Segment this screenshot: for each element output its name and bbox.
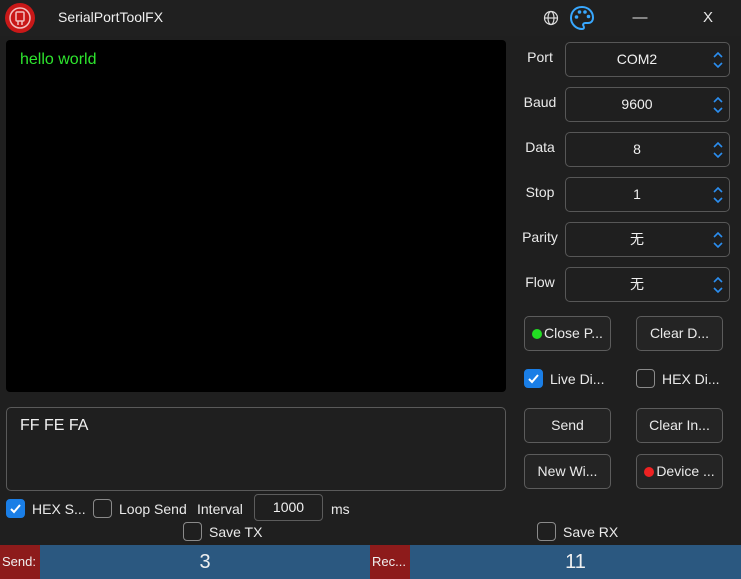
spinner-arrows-icon[interactable] bbox=[712, 274, 724, 296]
flow-label: Flow bbox=[525, 274, 555, 290]
stop-bits-value: 1 bbox=[633, 186, 641, 202]
spinner-arrows-icon[interactable] bbox=[712, 94, 724, 116]
title-bar: SerialPortToolFX — X bbox=[0, 0, 741, 36]
baud-label: Baud bbox=[523, 94, 557, 110]
window-title: SerialPortToolFX bbox=[58, 9, 164, 25]
status-bar: Send: 3 Rec... 11 bbox=[0, 545, 741, 579]
stop-label: Stop bbox=[525, 184, 555, 200]
spinner-arrows-icon[interactable] bbox=[712, 184, 724, 206]
checkmark-icon bbox=[528, 374, 539, 384]
send-input[interactable]: FF FE FA bbox=[6, 407, 506, 491]
close-window-button[interactable]: X bbox=[685, 4, 731, 32]
save-tx-checkbox[interactable] bbox=[183, 522, 202, 541]
save-tx-label: Save TX bbox=[209, 524, 263, 540]
close-port-label: Close P... bbox=[544, 325, 603, 341]
send-count-value: 3 bbox=[199, 551, 211, 573]
port-label: Port bbox=[527, 49, 553, 65]
language-globe-icon[interactable] bbox=[542, 9, 560, 27]
parity-spinner[interactable]: 无 bbox=[565, 222, 730, 257]
save-rx-checkbox[interactable] bbox=[537, 522, 556, 541]
baud-spinner[interactable]: 9600 bbox=[565, 87, 730, 122]
hex-display-label: HEX Di... bbox=[662, 371, 720, 387]
checkmark-icon bbox=[10, 504, 21, 514]
data-label: Data bbox=[525, 139, 555, 155]
clear-display-button[interactable]: Clear D... bbox=[636, 316, 723, 351]
receive-count-label: Rec... bbox=[370, 545, 410, 579]
interval-input[interactable]: 1000 bbox=[254, 494, 323, 521]
minimize-button[interactable]: — bbox=[617, 4, 663, 32]
device-button-label: Device ... bbox=[656, 463, 715, 479]
app-logo-icon bbox=[5, 3, 35, 33]
close-port-button[interactable]: Close P... bbox=[524, 316, 611, 351]
port-open-indicator-icon bbox=[532, 329, 543, 339]
live-display-label: Live Di... bbox=[550, 371, 605, 387]
device-button[interactable]: Device ... bbox=[636, 454, 723, 489]
flow-control-value: 无 bbox=[630, 276, 644, 292]
loop-send-checkbox[interactable] bbox=[93, 499, 112, 518]
clear-input-button[interactable]: Clear In... bbox=[636, 408, 723, 443]
flow-control-spinner[interactable]: 无 bbox=[565, 267, 730, 302]
new-window-button[interactable]: New Wi... bbox=[524, 454, 611, 489]
stop-bits-spinner[interactable]: 1 bbox=[565, 177, 730, 212]
send-input-text: FF FE FA bbox=[20, 417, 89, 434]
spinner-arrows-icon[interactable] bbox=[712, 139, 724, 161]
hex-send-checkbox[interactable] bbox=[6, 499, 25, 518]
spinner-arrows-icon[interactable] bbox=[712, 229, 724, 251]
data-bits-spinner[interactable]: 8 bbox=[565, 132, 730, 167]
baud-value: 9600 bbox=[621, 96, 653, 112]
loop-send-label: Loop Send bbox=[119, 501, 187, 517]
interval-unit-label: ms bbox=[331, 501, 350, 517]
save-rx-label: Save RX bbox=[563, 524, 619, 540]
receive-display[interactable]: hello world bbox=[6, 40, 506, 392]
hex-display-checkbox[interactable] bbox=[636, 369, 655, 388]
port-value: COM2 bbox=[616, 51, 658, 67]
parity-value: 无 bbox=[630, 231, 644, 247]
hex-send-label: HEX S... bbox=[32, 501, 86, 517]
theme-palette-icon[interactable] bbox=[568, 4, 596, 32]
live-display-checkbox[interactable] bbox=[524, 369, 543, 388]
data-bits-value: 8 bbox=[633, 141, 641, 157]
device-indicator-icon bbox=[644, 467, 655, 477]
port-spinner[interactable]: COM2 bbox=[565, 42, 730, 77]
received-text: hello world bbox=[20, 51, 97, 68]
parity-label: Parity bbox=[522, 229, 558, 245]
interval-label: Interval bbox=[197, 501, 243, 517]
receive-count-value: 11 bbox=[565, 551, 586, 573]
spinner-arrows-icon[interactable] bbox=[712, 49, 724, 71]
send-button[interactable]: Send bbox=[524, 408, 611, 443]
send-count-label: Send: bbox=[0, 545, 40, 579]
